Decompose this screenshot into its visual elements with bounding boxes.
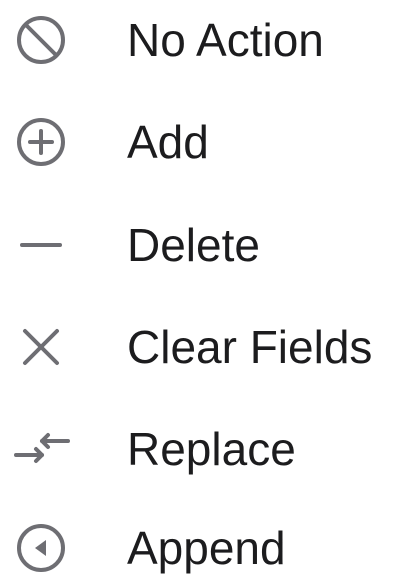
menu-item-replace[interactable]: Replace xyxy=(0,409,395,489)
menu-item-no-action[interactable]: No Action xyxy=(0,0,395,80)
menu-item-delete[interactable]: Delete xyxy=(0,205,395,285)
menu-item-label: Replace xyxy=(127,423,296,475)
menu-item-label: Add xyxy=(127,116,209,168)
close-x-icon xyxy=(9,315,73,379)
menu-item-label: Append xyxy=(127,522,286,574)
menu-item-append[interactable]: Append xyxy=(0,508,395,588)
replace-arrows-icon xyxy=(9,417,73,481)
action-menu: No Action Add Delete Clear Fields Replac… xyxy=(0,0,395,573)
menu-item-label: No Action xyxy=(127,14,324,66)
minus-icon xyxy=(9,213,73,277)
append-circle-icon xyxy=(9,516,73,580)
menu-item-add[interactable]: Add xyxy=(0,102,395,182)
menu-item-label: Clear Fields xyxy=(127,321,373,373)
menu-item-label: Delete xyxy=(127,219,260,271)
prohibited-icon xyxy=(9,8,73,72)
menu-item-clear-fields[interactable]: Clear Fields xyxy=(0,307,395,387)
add-circle-icon xyxy=(9,110,73,174)
